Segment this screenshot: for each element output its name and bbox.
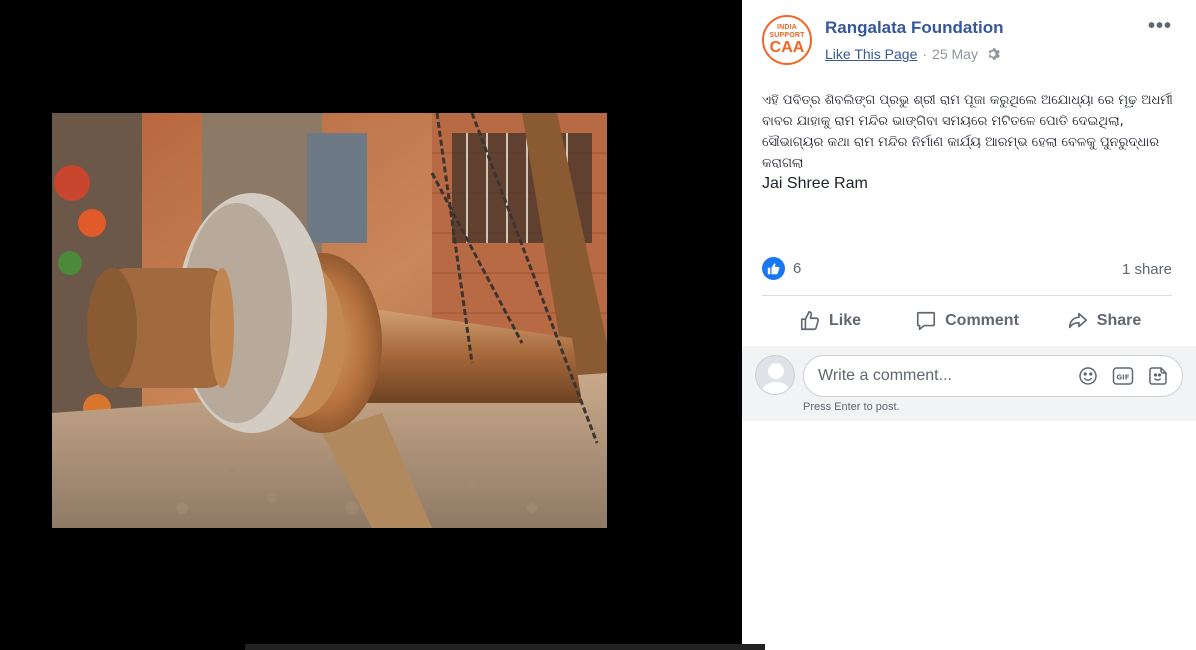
post-date[interactable]: 25 May <box>932 46 978 62</box>
sticker-icon[interactable] <box>1148 366 1168 386</box>
post-body: ଏହି ପବିତ୍ର ଶିବଲିଙ୍ଗ ପ୍ରଭୁ ଶ୍ରୀ ରାମ ପୂଜା … <box>762 90 1182 194</box>
post-text-odia: ଏହି ପବିତ୍ର ଶିବଲିଙ୍ଗ ପ୍ରଭୁ ଶ୍ରୀ ରାମ ପୂଜା … <box>762 93 1173 171</box>
action-bar: Like Comment Share <box>762 300 1172 342</box>
like-page-link[interactable]: Like This Page <box>825 46 917 62</box>
post-meta: Like This Page · 25 May <box>825 46 1000 62</box>
comment-composer: GIF Press Enter to post. <box>742 346 1196 421</box>
svg-text:GIF: GIF <box>1116 374 1129 382</box>
gif-icon[interactable]: GIF <box>1112 366 1134 386</box>
avatar-text-line1: INDIA <box>776 24 798 31</box>
divider <box>762 295 1172 296</box>
avatar-text-line3: CAA <box>769 39 805 56</box>
share-count-link[interactable]: 1 share <box>1102 261 1172 278</box>
like-reaction-icon <box>762 257 785 280</box>
reaction-count: 6 <box>793 260 802 277</box>
press-enter-hint: Press Enter to post. <box>803 401 900 413</box>
comment-button[interactable]: Comment <box>899 300 1035 342</box>
comment-label: Comment <box>945 312 1019 329</box>
comment-tools: GIF <box>1078 366 1168 386</box>
audience-gear-icon[interactable] <box>986 47 1000 61</box>
photo-viewer <box>0 0 742 650</box>
comment-box[interactable]: GIF <box>803 355 1183 397</box>
like-label: Like <box>828 312 861 329</box>
emoji-icon[interactable] <box>1078 366 1098 386</box>
meta-separator: · <box>922 46 928 62</box>
share-label: Share <box>1096 312 1142 329</box>
post-text-english: Jai Shree Ram <box>762 175 868 192</box>
user-avatar <box>755 355 795 395</box>
more-options-icon[interactable]: ••• <box>1148 15 1172 38</box>
page-avatar[interactable]: INDIA SUPPORT CAA <box>762 15 812 65</box>
page-name-link[interactable]: Rangalata Foundation <box>825 18 1004 38</box>
shivling-photo-illustration <box>52 113 607 528</box>
share-button[interactable]: Share <box>1036 300 1172 342</box>
post-photo[interactable] <box>52 113 607 528</box>
thumbs-up-icon <box>800 311 820 331</box>
reactions-summary[interactable]: 6 <box>762 257 801 280</box>
comment-input[interactable] <box>818 367 1048 385</box>
post-sidebar: INDIA SUPPORT CAA Rangalata Foundation L… <box>742 0 1196 650</box>
bottom-strip <box>245 644 765 650</box>
share-arrow-icon <box>1068 312 1087 329</box>
comment-bubble-icon <box>917 311 936 331</box>
like-button[interactable]: Like <box>762 300 898 342</box>
